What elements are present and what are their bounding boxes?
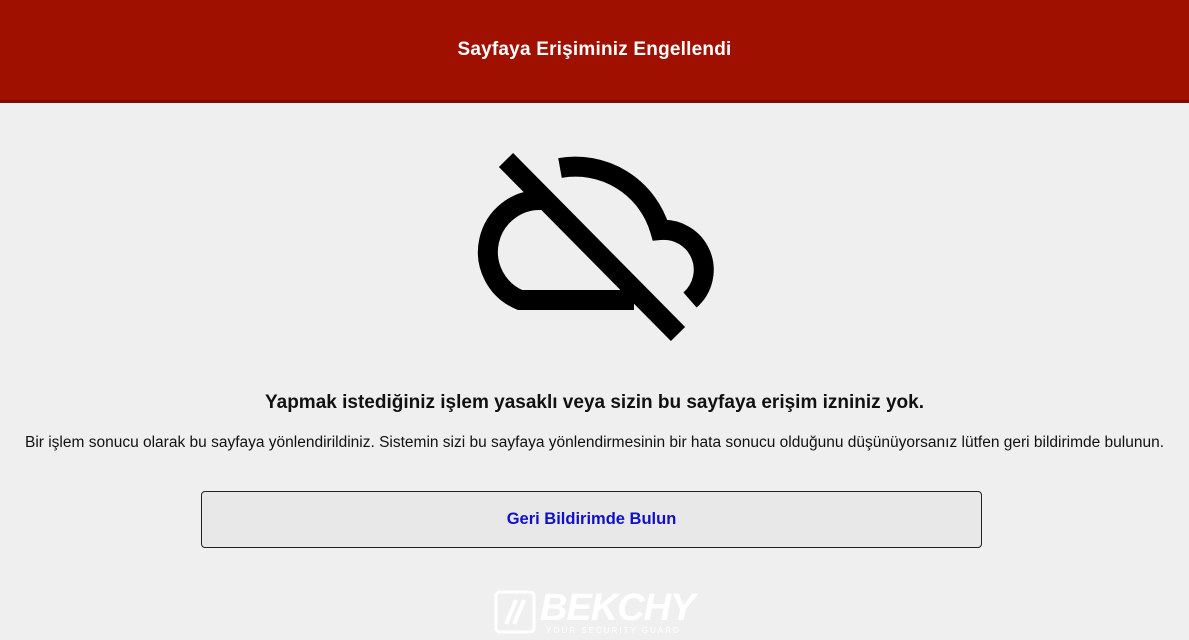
feedback-button[interactable]: Geri Bildirimde Bulun <box>201 491 982 548</box>
error-description: Bir işlem sonucu olarak bu sayfaya yönle… <box>24 434 1164 451</box>
error-heading: Yapmak istediğiniz işlem yasaklı veya si… <box>265 392 924 413</box>
bekchy-logo: BEKCHY YOUR SECURITY GUARD <box>494 587 695 638</box>
feedback-button-label: Geri Bildirimde Bulun <box>506 510 677 528</box>
page-title: Sayfaya Erişiminiz Engellendi <box>457 39 732 60</box>
logo-tagline: YOUR SECURITY GUARD <box>546 626 681 635</box>
logo-wordmark: BEKCHY <box>540 587 695 629</box>
bekchy-logo-icon <box>494 590 536 634</box>
page-header: Sayfaya Erişiminiz Engellendi <box>0 0 1189 103</box>
cloud-off-icon <box>464 150 724 345</box>
